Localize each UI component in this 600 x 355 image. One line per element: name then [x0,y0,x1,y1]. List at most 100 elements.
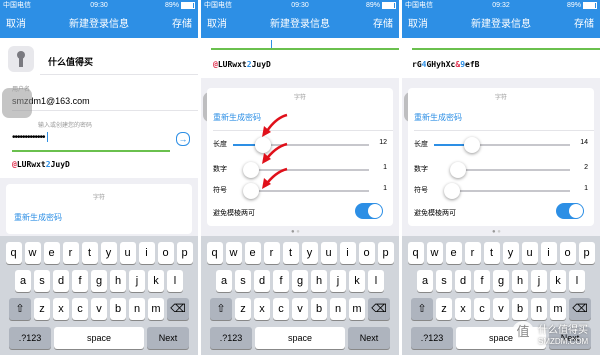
delete-key-icon[interactable]: ⌫ [368,298,390,320]
key-o[interactable]: o [358,242,375,264]
key-f[interactable]: f [273,270,289,292]
delete-key-icon[interactable]: ⌫ [167,298,189,320]
key-s[interactable]: s [235,270,251,292]
key-g[interactable]: g [292,270,308,292]
key-x[interactable]: x [455,298,471,320]
assistive-touch-button[interactable] [2,88,32,118]
key-f[interactable]: f [474,270,490,292]
key-d[interactable]: d [254,270,270,292]
key-h[interactable]: h [512,270,528,292]
key-n[interactable]: n [531,298,547,320]
site-name[interactable]: 什么值得买 [48,55,93,68]
key-e[interactable]: e [43,242,60,264]
key-g[interactable]: g [91,270,107,292]
key-v[interactable]: v [91,298,107,320]
key-t[interactable]: t [81,242,98,264]
key-p[interactable]: p [377,242,394,264]
key-k[interactable]: k [349,270,365,292]
key-y[interactable]: y [502,242,519,264]
key-b[interactable]: b [512,298,528,320]
key-z[interactable]: z [436,298,452,320]
save-button[interactable]: 存储 [373,12,393,38]
key-h[interactable]: h [110,270,126,292]
key-s[interactable]: s [436,270,452,292]
shift-key-icon[interactable]: ⇧ [210,298,232,320]
key-w[interactable]: w [225,242,242,264]
key-i[interactable]: i [339,242,356,264]
key-c[interactable]: c [72,298,88,320]
key-u[interactable]: u [521,242,538,264]
key-j[interactable]: j [531,270,547,292]
key-x[interactable]: x [53,298,69,320]
key-d[interactable]: d [455,270,471,292]
save-button[interactable]: 存储 [574,12,594,38]
numbers-key[interactable]: .?123 [411,327,453,349]
key-x[interactable]: x [254,298,270,320]
key-b[interactable]: b [311,298,327,320]
key-m[interactable]: m [148,298,164,320]
key-q[interactable]: q [407,242,424,264]
key-w[interactable]: w [426,242,443,264]
key-p[interactable]: p [578,242,595,264]
key-r[interactable]: r [263,242,280,264]
key-v[interactable]: v [493,298,509,320]
key-l[interactable]: l [569,270,585,292]
key-r[interactable]: r [464,242,481,264]
key-i[interactable]: i [138,242,155,264]
key-w[interactable]: w [24,242,41,264]
numbers-key[interactable]: .?123 [210,327,252,349]
cancel-button[interactable]: 取消 [207,12,227,38]
key-j[interactable]: j [330,270,346,292]
key-q[interactable]: q [5,242,22,264]
key-e[interactable]: e [445,242,462,264]
avoid-ambiguous-toggle[interactable] [556,203,584,219]
key-a[interactable]: a [15,270,31,292]
regenerate-password-link[interactable]: 重新生成密码 [213,112,261,123]
cancel-button[interactable]: 取消 [6,12,26,38]
key-l[interactable]: l [368,270,384,292]
save-button[interactable]: 存储 [172,12,192,38]
key-u[interactable]: u [320,242,337,264]
key-u[interactable]: u [119,242,136,264]
key-l[interactable]: l [167,270,183,292]
regenerate-password-link[interactable]: 重新生成密码 [14,212,62,223]
key-f[interactable]: f [72,270,88,292]
key-r[interactable]: r [62,242,79,264]
key-o[interactable]: o [157,242,174,264]
key-s[interactable]: s [34,270,50,292]
space-key[interactable]: space [54,327,144,349]
avoid-ambiguous-toggle[interactable] [355,203,383,219]
cancel-button[interactable]: 取消 [408,12,428,38]
key-o[interactable]: o [559,242,576,264]
key-q[interactable]: q [206,242,223,264]
key-k[interactable]: k [148,270,164,292]
key-d[interactable]: d [53,270,69,292]
key-z[interactable]: z [235,298,251,320]
length-slider[interactable] [233,137,369,153]
key-z[interactable]: z [34,298,50,320]
numbers-key[interactable]: .?123 [9,327,51,349]
next-key[interactable]: Next [147,327,189,349]
key-a[interactable]: a [216,270,232,292]
key-h[interactable]: h [311,270,327,292]
key-c[interactable]: c [474,298,490,320]
key-t[interactable]: t [282,242,299,264]
key-m[interactable]: m [349,298,365,320]
key-p[interactable]: p [176,242,193,264]
key-e[interactable]: e [244,242,261,264]
key-i[interactable]: i [540,242,557,264]
key-m[interactable]: m [550,298,566,320]
key-y[interactable]: y [301,242,318,264]
shift-key-icon[interactable]: ⇧ [411,298,433,320]
arrow-right-icon[interactable]: → [176,132,190,146]
digits-slider[interactable] [449,162,570,178]
key-g[interactable]: g [493,270,509,292]
key-a[interactable]: a [417,270,433,292]
regenerate-password-link[interactable]: 重新生成密码 [414,112,462,123]
key-b[interactable]: b [110,298,126,320]
key-n[interactable]: n [330,298,346,320]
space-key[interactable]: space [255,327,345,349]
delete-key-icon[interactable]: ⌫ [569,298,591,320]
password-field[interactable]: ••••••••••••• [12,132,48,143]
key-v[interactable]: v [292,298,308,320]
